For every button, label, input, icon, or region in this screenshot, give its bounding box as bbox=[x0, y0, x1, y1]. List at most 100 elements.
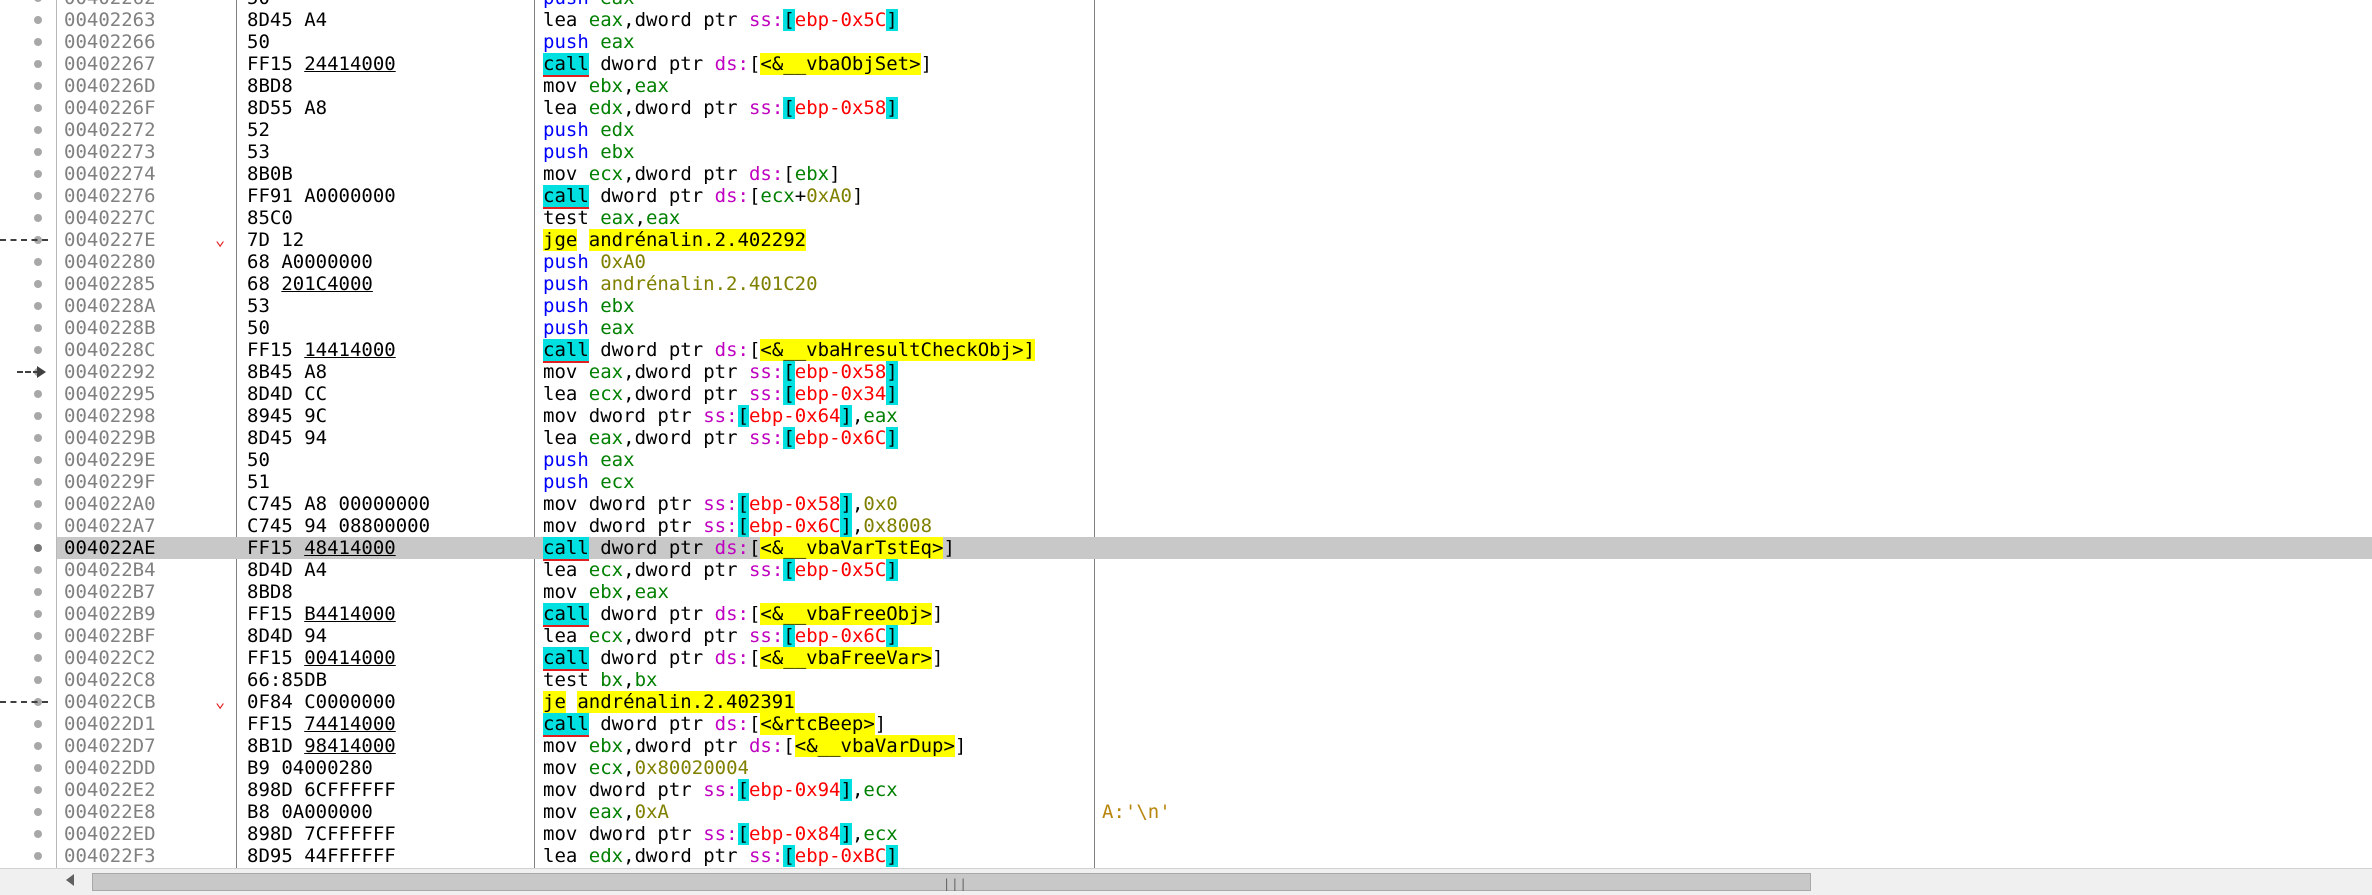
asm-token-reg: bx bbox=[634, 669, 658, 691]
asm-token-t bbox=[577, 361, 588, 383]
breakpoint-dot-icon[interactable] bbox=[34, 478, 42, 486]
breakpoint-dot-icon[interactable] bbox=[34, 82, 42, 90]
instruction-row[interactable]: 00402298 8945 9C mov dword ptr ss:[ebp-0x6… bbox=[34, 405, 2372, 427]
breakpoint-dot-icon[interactable] bbox=[34, 104, 42, 112]
instruction-row[interactable]: 0040226F 8D55 A8 lea edx,dword ptr ss:[ebp… bbox=[34, 97, 2372, 119]
breakpoint-dot-icon[interactable] bbox=[34, 412, 42, 420]
breakpoint-dot-icon[interactable] bbox=[34, 676, 42, 684]
breakpoint-dot-icon[interactable] bbox=[34, 302, 42, 310]
instruction-row[interactable]: 0040229F 51 push ecx bbox=[34, 471, 2372, 493]
breakpoint-dot-icon[interactable] bbox=[34, 148, 42, 156]
instruction-row[interactable]: 004022B4 8D4D A4 lea ecx,dword ptr ss:[ebp… bbox=[34, 559, 2372, 581]
breakpoint-dot-icon[interactable] bbox=[34, 566, 42, 574]
breakpoint-dot-icon[interactable] bbox=[34, 16, 42, 24]
breakpoint-dot-icon[interactable] bbox=[34, 456, 42, 464]
instruction-row[interactable]: 004022D7 8B1D 98414000 mov ebx,dword ptr d… bbox=[34, 735, 2372, 757]
instruction-row[interactable]: 004022A7 C745 94 08800000 mov dword ptr ss… bbox=[34, 515, 2372, 537]
breakpoint-dot-icon[interactable] bbox=[34, 654, 42, 662]
instruction-row[interactable]: 00402295 8D4D CC lea ecx,dword ptr ss:[ebp… bbox=[34, 383, 2372, 405]
breakpoint-dot-icon[interactable] bbox=[34, 588, 42, 596]
instruction-row[interactable]: 004022CB ⌄ 0F84 C0000000 je andrénalin.2.40… bbox=[0, 691, 2372, 713]
breakpoint-dot-icon[interactable] bbox=[34, 192, 42, 200]
asm-token-symt: andrénalin.2.401C20 bbox=[600, 273, 818, 295]
breakpoint-dot-icon[interactable] bbox=[34, 522, 42, 530]
asm-token-t: , bbox=[851, 823, 864, 845]
breakpoint-dot-icon[interactable] bbox=[34, 764, 42, 772]
bytes-cell: B9 04000280 bbox=[247, 757, 373, 779]
instruction-row[interactable]: 00402274 8B0B mov ecx,dword ptr ds:[ebx] bbox=[34, 163, 2372, 185]
asm-token-t bbox=[589, 185, 600, 207]
bytes-cell: 68 A0000000 bbox=[247, 251, 373, 273]
instruction-row[interactable]: 0040228A 53 push ebx bbox=[34, 295, 2372, 317]
instruction-row[interactable]: 00402267 FF15 24414000 call dword ptr ds:[… bbox=[34, 53, 2372, 77]
instruction-row[interactable]: 004022ED 898D 7CFFFFFF mov dword ptr ss:[e… bbox=[34, 823, 2372, 845]
horizontal-scrollbar[interactable]: ||| bbox=[0, 868, 2372, 895]
instruction-row[interactable]: 004022DD B9 04000280 mov ecx,0x80020004 bbox=[34, 757, 2372, 779]
instruction-row[interactable]: 004022C8 66:85DB test bx,bx bbox=[34, 669, 2372, 691]
instruction-row[interactable]: 004022BF 8D4D 94 lea ecx,dword ptr ss:[ebp… bbox=[34, 625, 2372, 647]
instruction-row[interactable]: 004022E8 B8 0A000000 mov eax,0xA A:'\n' bbox=[34, 801, 2372, 823]
instruction-row[interactable]: 00402262 50 push eax bbox=[34, 0, 2372, 9]
instruction-row[interactable]: 004022D1 FF15 74414000 call dword ptr ds:[… bbox=[34, 713, 2372, 737]
instruction-row[interactable]: 00402280 68 A0000000 push 0xA0 bbox=[34, 251, 2372, 273]
asm-token-t bbox=[589, 119, 600, 141]
instruction-row[interactable]: 0040227E ⌄ 7D 12 jge andrénalin.2.402292 bbox=[0, 229, 2372, 251]
breakpoint-dot-icon[interactable] bbox=[34, 434, 42, 442]
breakpoint-dot-icon[interactable] bbox=[34, 544, 42, 552]
breakpoint-dot-icon[interactable] bbox=[34, 258, 42, 266]
breakpoint-dot-icon[interactable] bbox=[34, 126, 42, 134]
breakpoint-dot-icon[interactable] bbox=[34, 808, 42, 816]
bytes-text: C745 94 08800000 bbox=[247, 515, 431, 537]
instruction-row[interactable]: 0040227C 85C0 test eax,eax bbox=[34, 207, 2372, 229]
breakpoint-dot-icon[interactable] bbox=[34, 500, 42, 508]
breakpoint-dot-icon[interactable] bbox=[34, 280, 42, 288]
asm-token-t bbox=[577, 427, 588, 449]
instruction-row[interactable]: 00402292 8B45 A8 mov eax,dword ptr ss:[ebp… bbox=[17, 361, 2372, 383]
breakpoint-dot-icon[interactable] bbox=[34, 390, 42, 398]
breakpoint-dot-icon[interactable] bbox=[34, 346, 42, 354]
asm-token-size: dword ptr bbox=[634, 625, 738, 647]
asm-token-seg: ss: bbox=[703, 779, 738, 801]
asm-token-bl: [ bbox=[783, 427, 795, 449]
instruction-row[interactable]: 0040229B 8D45 94 lea eax,dword ptr ss:[ebp… bbox=[34, 427, 2372, 449]
instruction-row[interactable]: 004022A0 C745 A8 00000000 mov dword ptr ss… bbox=[34, 493, 2372, 515]
bytes-cell: FF91 A0000000 bbox=[247, 185, 396, 207]
breakpoint-dot-icon[interactable] bbox=[34, 720, 42, 728]
breakpoint-dot-icon[interactable] bbox=[34, 632, 42, 640]
address-cell: 004022A7 bbox=[64, 515, 156, 537]
instruction-row[interactable]: 00402273 53 push ebx bbox=[34, 141, 2372, 163]
breakpoint-dot-icon[interactable] bbox=[34, 852, 42, 860]
instruction-row-selected[interactable]: 004022AE FF15 48414000 call dword ptr ds:[… bbox=[34, 537, 2372, 561]
asm-token-reg: eax bbox=[588, 9, 624, 31]
left-arrow-icon[interactable] bbox=[66, 874, 74, 886]
breakpoint-dot-icon[interactable] bbox=[34, 170, 42, 178]
instruction-row[interactable]: 00402276 FF91 A0000000 call dword ptr ds:[… bbox=[34, 185, 2372, 209]
instruction-row[interactable]: 00402266 50 push eax bbox=[34, 31, 2372, 53]
instruction-row[interactable]: 0040226D 8BD8 mov ebx,eax bbox=[34, 75, 2372, 97]
disassembly-view[interactable]: 00402262 50 push eax 00402263 8D45 A4 lea eax… bbox=[0, 0, 2372, 868]
scrollbar-thumb[interactable]: ||| bbox=[92, 873, 1811, 891]
instruction-row[interactable]: 004022E2 898D 6CFFFFFF mov dword ptr ss:[e… bbox=[34, 779, 2372, 801]
instruction-row[interactable]: 00402272 52 push edx bbox=[34, 119, 2372, 141]
breakpoint-dot-icon[interactable] bbox=[34, 786, 42, 794]
breakpoint-dot-icon[interactable] bbox=[34, 830, 42, 838]
breakpoint-dot-icon[interactable] bbox=[34, 610, 42, 618]
instruction-row[interactable]: 0040228C FF15 14414000 call dword ptr ds:[… bbox=[34, 339, 2372, 363]
breakpoint-dot-icon[interactable] bbox=[34, 60, 42, 68]
breakpoint-dot-icon[interactable] bbox=[34, 38, 42, 46]
instruction-row[interactable]: 004022F3 8D95 44FFFFFF lea edx,dword ptr s… bbox=[34, 845, 2372, 867]
asm-token-t: , bbox=[623, 97, 635, 119]
instruction-row[interactable]: 0040229E 50 push eax bbox=[34, 449, 2372, 471]
instruction-row[interactable]: 00402285 68 201C4000 push andrénalin.2.401… bbox=[34, 273, 2372, 295]
instruction-row[interactable]: 0040228B 50 push eax bbox=[34, 317, 2372, 339]
breakpoint-dot-icon[interactable] bbox=[34, 324, 42, 332]
breakpoint-dot-icon[interactable] bbox=[34, 214, 42, 222]
instruction-row[interactable]: 00402263 8D45 A4 lea eax,dword ptr ss:[ebp… bbox=[34, 9, 2372, 31]
bytes-cell: 8945 9C bbox=[247, 405, 327, 427]
breakpoint-gutter[interactable] bbox=[0, 0, 57, 868]
breakpoint-dot-icon[interactable] bbox=[34, 742, 42, 750]
instruction-row[interactable]: 004022C2 FF15 00414000 call dword ptr ds:[… bbox=[34, 647, 2372, 671]
instruction-row[interactable]: 004022B9 FF15 B4414000 call dword ptr ds:[… bbox=[34, 603, 2372, 627]
asm-token-mn-push: push bbox=[543, 471, 589, 493]
instruction-row[interactable]: 004022B7 8BD8 mov ebx,eax bbox=[34, 581, 2372, 603]
